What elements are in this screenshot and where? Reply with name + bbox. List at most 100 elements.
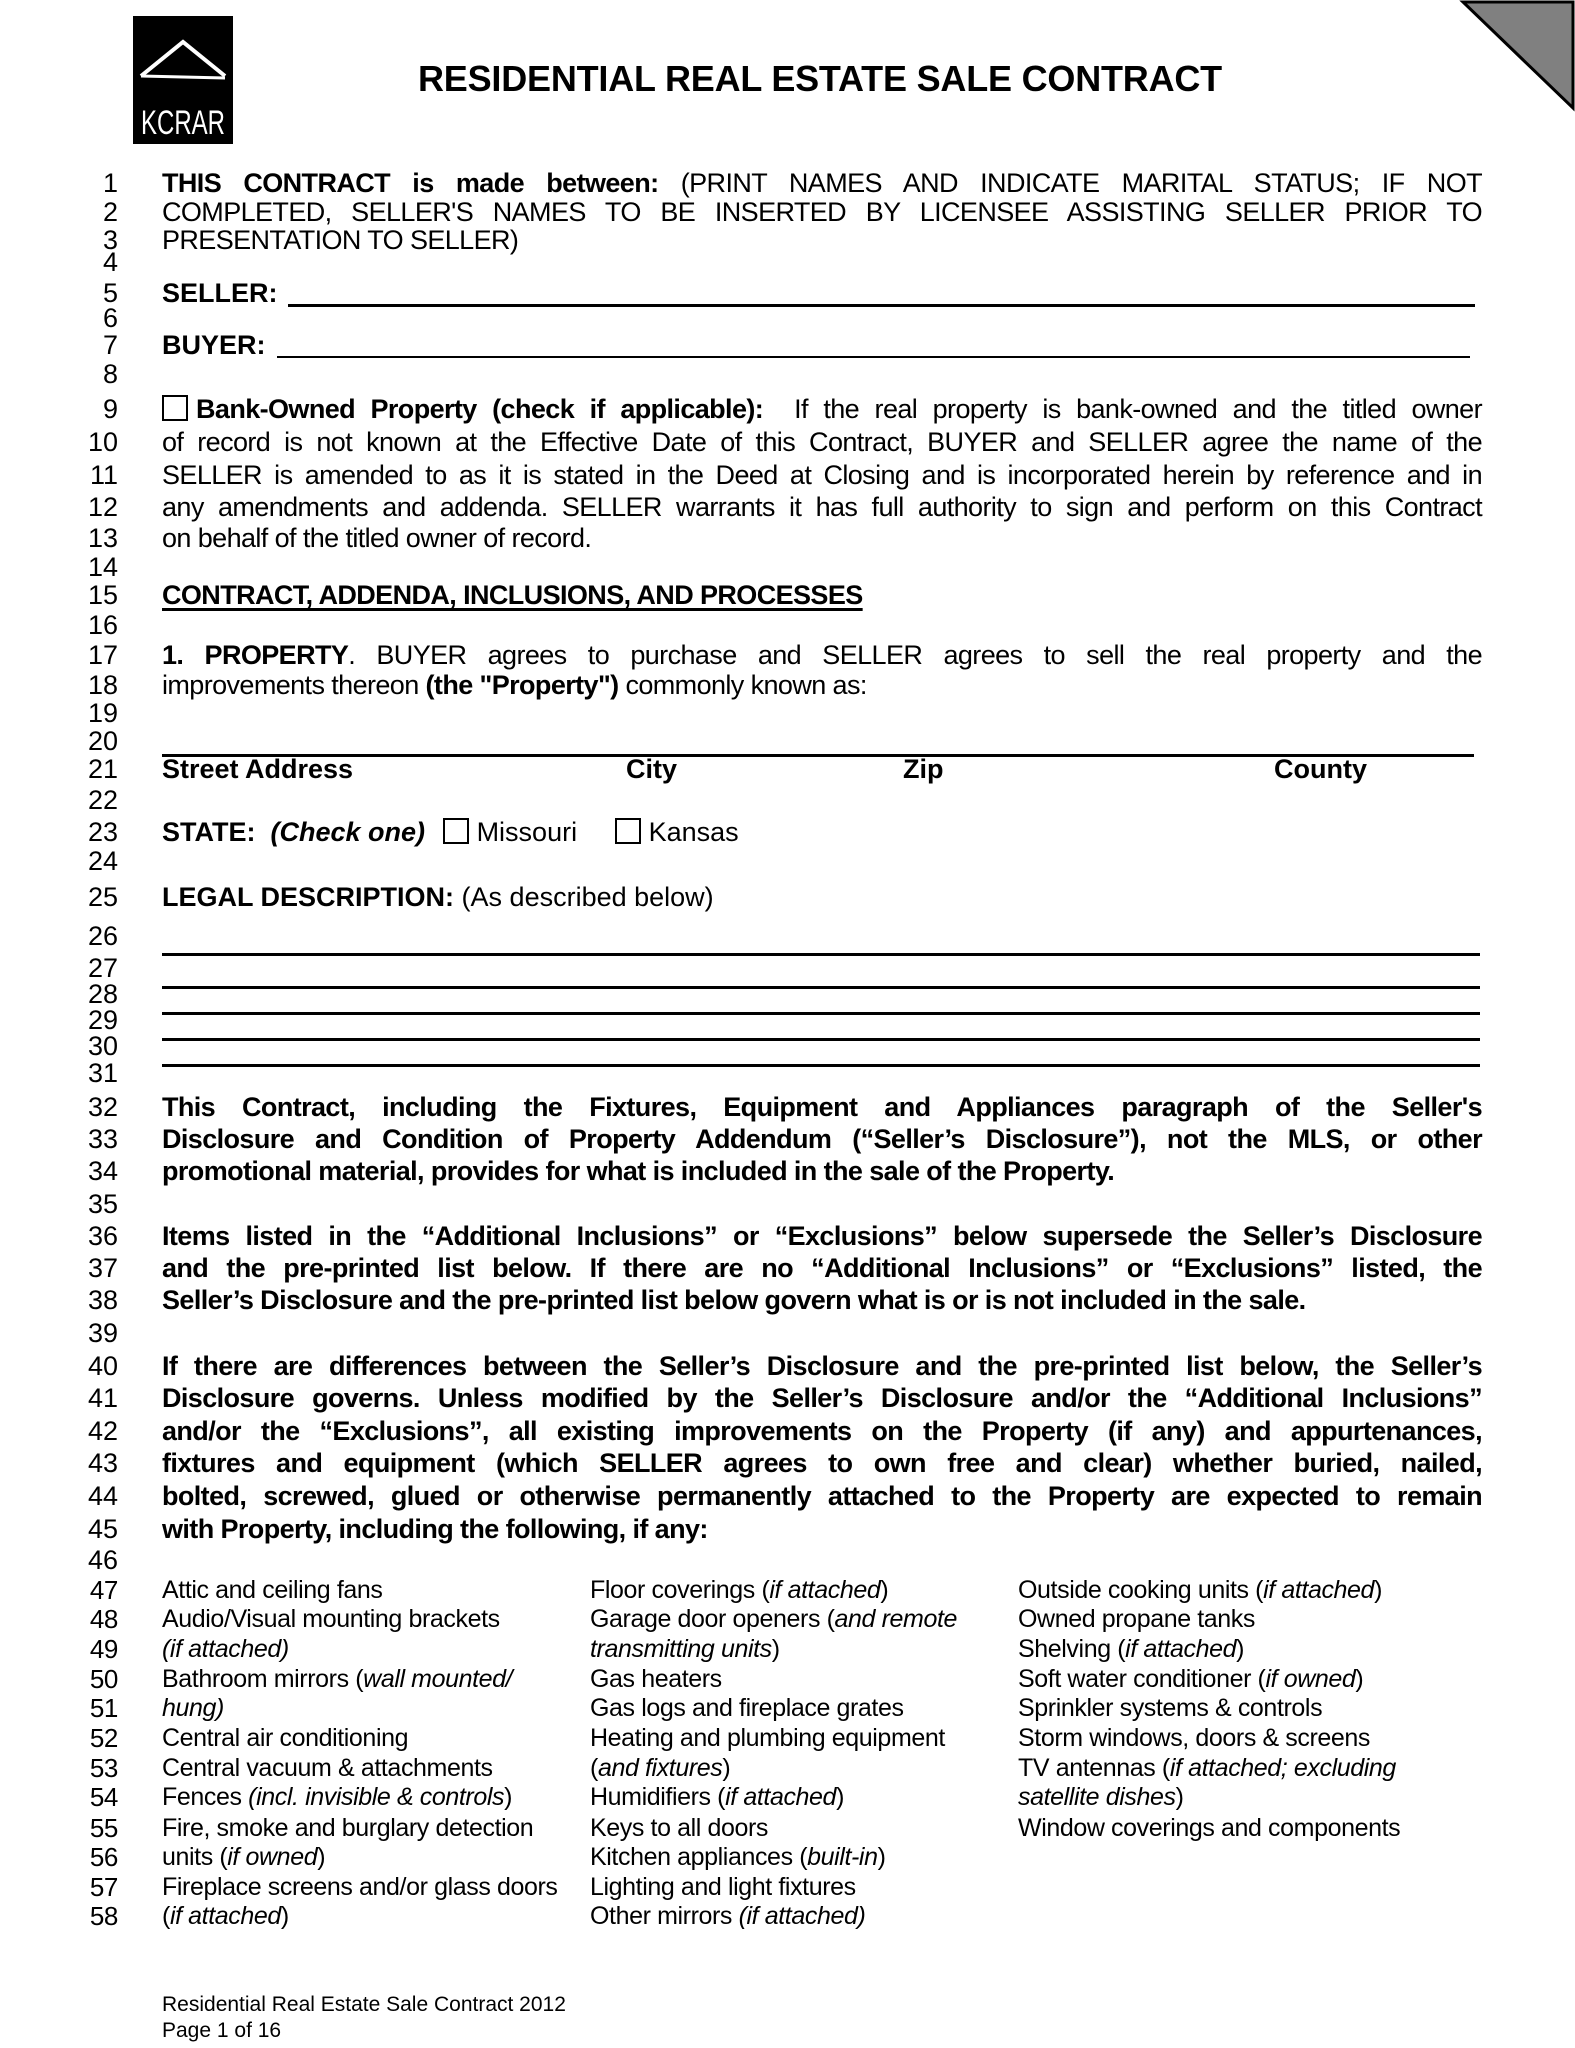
intro-line-3: PRESENTATION TO SELLER) — [162, 225, 519, 255]
kansas-checkbox[interactable] — [614, 818, 641, 844]
missouri-checkbox[interactable] — [442, 818, 469, 844]
inclusion-item: Gas heaters — [590, 1664, 722, 1694]
line-number: 35 — [87, 1189, 118, 1219]
line-number: 31 — [87, 1058, 118, 1088]
inclusion-qualifier: (if attached) — [738, 1902, 866, 1930]
line-number: 43 — [87, 1448, 118, 1478]
inclusion-item: Fireplace screens and/or glass doors — [162, 1872, 558, 1902]
county-label: County — [1274, 754, 1367, 784]
inclusion-qualifier: and remote — [834, 1605, 958, 1633]
street-address-label: Street Address — [162, 754, 354, 784]
line-number: 34 — [87, 1156, 118, 1186]
inclusion-item: Humidifiers (if attached) — [590, 1782, 844, 1812]
bank-owned-line-9: Bank-Owned Property (check if applicable… — [162, 394, 1483, 424]
para-line-34: promotional material, provides for what … — [162, 1156, 1115, 1186]
inclusion-text: Gas heaters — [590, 1665, 722, 1693]
bank-owned-line-11: SELLER is amended to as it is stated in … — [162, 460, 1483, 490]
inclusion-item: Garage door openers (and remote — [590, 1604, 957, 1634]
inclusion-text-end: ) — [1355, 1665, 1364, 1693]
inclusion-text: Humidifiers ( — [590, 1783, 726, 1811]
bank-owned-line-10: of record is not known at the Effective … — [162, 427, 1483, 457]
line-number: 22 — [87, 785, 118, 815]
inclusion-item: Shelving (if attached) — [1018, 1634, 1244, 1664]
line-number: 23 — [87, 817, 118, 847]
inclusion-qualifier: if attached — [169, 1902, 281, 1930]
para-line-43: fixtures and equipment (which SELLER agr… — [162, 1448, 1483, 1478]
inclusion-item: Kitchen appliances (built-in) — [590, 1842, 886, 1872]
line-number: 55 — [89, 1813, 119, 1843]
bank-owned-line-12: any amendments and addenda. SELLER warra… — [162, 492, 1483, 522]
legal-description-label: LEGAL DESCRIPTION: (As described below) — [162, 882, 714, 912]
inclusion-text: Other mirrors — [590, 1902, 739, 1930]
inclusion-item: Central air conditioning — [162, 1723, 409, 1753]
line-number: 19 — [87, 698, 118, 728]
inclusion-qualifier: (incl. invisible & controls — [248, 1783, 505, 1811]
inclusion-qualifier: if attached — [1263, 1576, 1375, 1604]
inclusion-text: Window coverings and components — [1018, 1814, 1401, 1842]
inclusion-item: Heating and plumbing equipment — [590, 1723, 945, 1753]
line-number: 50 — [89, 1664, 119, 1694]
document-title: RESIDENTIAL REAL ESTATE SALE CONTRACT — [418, 58, 1222, 99]
inclusion-qualifier: if owned — [227, 1843, 318, 1871]
inclusion-text: Keys to all doors — [590, 1814, 769, 1842]
line-number: 1 — [102, 168, 118, 198]
inclusion-text-end: ) — [836, 1783, 845, 1811]
line-number: 47 — [89, 1575, 119, 1605]
seller-name-field[interactable] — [288, 304, 1475, 307]
inclusion-item: Lighting and light fixtures — [590, 1872, 856, 1902]
line-number: 42 — [87, 1416, 118, 1446]
seller-label: SELLER: — [162, 278, 278, 308]
inclusion-text: Heating and plumbing equipment — [590, 1724, 945, 1752]
para-line-36: Items listed in the “Additional Inclusio… — [162, 1221, 1483, 1251]
inclusion-text: Lighting and light fixtures — [590, 1873, 856, 1901]
inclusion-text: Soft water conditioner ( — [1018, 1665, 1266, 1693]
inclusion-text: Owned propane tanks — [1018, 1605, 1256, 1633]
inclusion-item: Attic and ceiling fans — [162, 1575, 383, 1605]
inclusion-text: Storm windows, doors & screens — [1018, 1724, 1371, 1752]
line-number: 36 — [87, 1221, 118, 1251]
inclusion-item: Storm windows, doors & screens — [1018, 1723, 1370, 1753]
inclusion-text-end: ) — [1374, 1576, 1383, 1604]
inclusion-item: Bathroom mirrors (wall mounted/ — [162, 1664, 513, 1694]
line-number: 41 — [87, 1383, 118, 1413]
logo-text: KCRAR — [141, 104, 225, 142]
line-number: 40 — [87, 1351, 118, 1381]
house-roof-icon: KCRAR — [139, 39, 227, 142]
para-line-41: Disclosure governs. Unless modified by t… — [162, 1383, 1483, 1413]
kansas-label: Kansas — [648, 817, 739, 847]
inclusion-item: Keys to all doors — [590, 1813, 768, 1843]
line-number: 8 — [102, 359, 118, 389]
line-number: 49 — [89, 1634, 119, 1664]
state-selector: STATE: (Check one) Missouri Kansas — [162, 817, 739, 847]
legal-description-line-1[interactable] — [162, 953, 1480, 956]
line-number: 11 — [89, 460, 118, 490]
legal-description-line-2[interactable] — [162, 986, 1480, 989]
inclusion-item: Other mirrors (if attached) — [590, 1901, 866, 1931]
para-line-37: and the pre-printed list below. If there… — [162, 1253, 1483, 1283]
footer-document-name: Residential Real Estate Sale Contract 20… — [162, 1993, 566, 2016]
inclusion-text: Shelving ( — [1018, 1635, 1126, 1663]
inclusion-text-end: ) — [880, 1576, 889, 1604]
para-line-38: Seller’s Disclosure and the pre-printed … — [162, 1285, 1306, 1315]
inclusion-text: TV antennas ( — [1018, 1754, 1170, 1782]
legal-description-line-5[interactable] — [162, 1064, 1480, 1067]
line-number: 2 — [102, 197, 118, 227]
buyer-name-field[interactable] — [277, 356, 1470, 358]
inclusion-text: Gas logs and fireplace grates — [590, 1694, 904, 1722]
city-label: City — [626, 754, 678, 784]
legal-description-line-4[interactable] — [162, 1038, 1480, 1041]
line-number: 53 — [89, 1753, 119, 1783]
inclusion-text: Floor coverings ( — [590, 1576, 770, 1604]
legal-description-line-3[interactable] — [162, 1012, 1480, 1015]
page-corner-fold-icon[interactable] — [1455, 0, 1575, 112]
inclusion-text: Outside cooking units ( — [1018, 1576, 1264, 1604]
line-number: 33 — [87, 1124, 118, 1154]
para-line-32: This Contract, including the Fixtures, E… — [162, 1092, 1483, 1122]
line-number: 16 — [87, 610, 118, 640]
inclusion-item: (if attached) — [162, 1634, 289, 1664]
inclusion-qualifier: if owned — [1265, 1665, 1356, 1693]
bank-owned-checkbox[interactable] — [162, 395, 188, 421]
inclusion-text: Bathroom mirrors ( — [162, 1665, 364, 1693]
inclusion-text: Audio/Visual mounting brackets — [162, 1605, 500, 1633]
inclusion-item: Soft water conditioner (if owned) — [1018, 1664, 1364, 1694]
